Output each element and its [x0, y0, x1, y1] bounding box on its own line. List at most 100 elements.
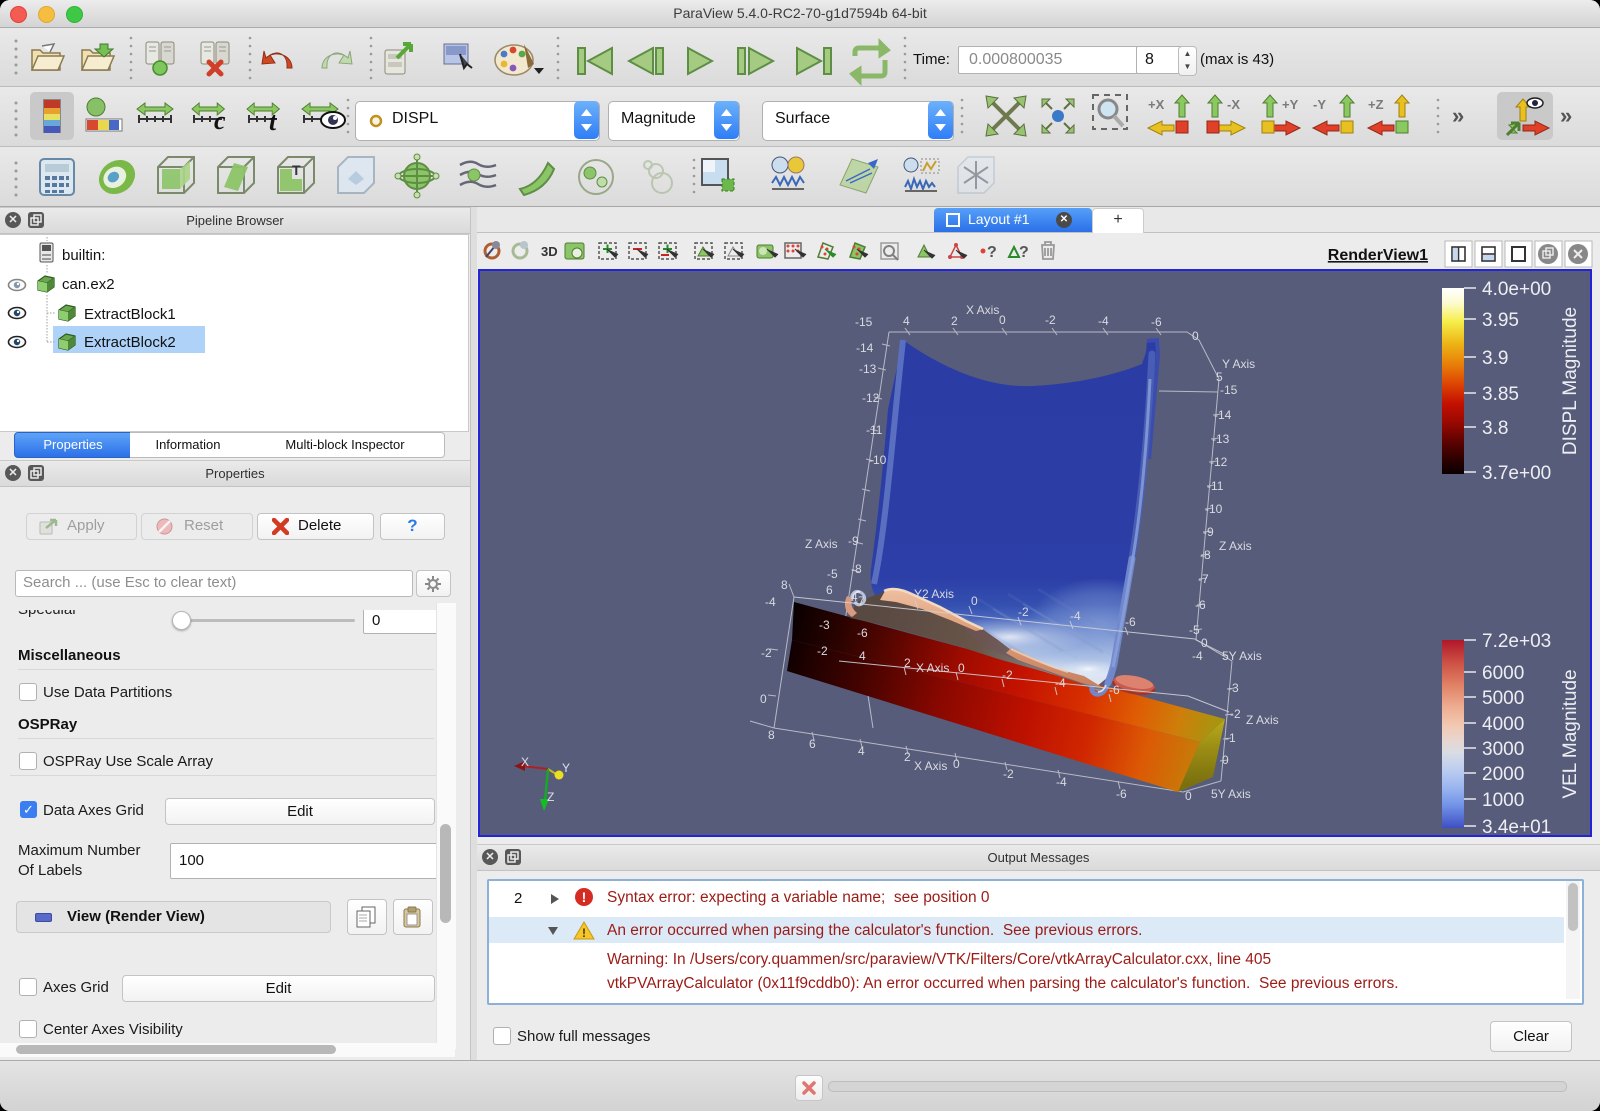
svg-text:Z Axis: Z Axis: [1219, 539, 1252, 553]
svg-text:-11: -11: [866, 423, 883, 437]
svg-text:0: 0: [1185, 789, 1192, 803]
svg-text:3.95: 3.95: [1482, 310, 1519, 331]
svg-text:0: 0: [1201, 636, 1208, 650]
svg-text:5: 5: [1216, 370, 1223, 384]
svg-text:3.9: 3.9: [1482, 348, 1508, 369]
svg-text:ExtractBlock2: ExtractBlock2: [84, 334, 176, 351]
svg-text:X Axis: X Axis: [966, 303, 999, 317]
svg-text:6: 6: [809, 737, 816, 751]
svg-text:VEL Magnitude: VEL Magnitude: [1560, 669, 1581, 798]
svg-text:Z Axis: Z Axis: [1246, 713, 1279, 727]
svg-text:ExtractBlock1: ExtractBlock1: [84, 306, 176, 323]
svg-text:+Y: +Y: [1282, 97, 1299, 112]
svg-text:4: 4: [859, 649, 866, 663]
svg-text:-3: -3: [1228, 681, 1239, 695]
svg-text:3.8: 3.8: [1482, 418, 1508, 439]
svg-text:-6: -6: [1195, 598, 1206, 612]
svg-text:2000: 2000: [1482, 764, 1524, 785]
svg-text:-4: -4: [1055, 676, 1066, 690]
svg-text:-6: -6: [1109, 683, 1120, 697]
svg-text:-2: -2: [1230, 707, 1241, 721]
svg-text:Y Axis: Y Axis: [1222, 357, 1255, 371]
svg-text:-5: -5: [1189, 623, 1200, 637]
svg-text:8: 8: [781, 578, 788, 592]
svg-text:-6: -6: [1116, 787, 1127, 801]
svg-text:T: T: [292, 162, 301, 178]
svg-text:-4: -4: [1056, 775, 1067, 789]
svg-text:-2: -2: [817, 644, 828, 658]
svg-text:2: 2: [951, 314, 958, 328]
svg-text:2: 2: [904, 656, 911, 670]
svg-text:»: »: [1560, 103, 1572, 128]
svg-text:-Y: -Y: [1313, 97, 1326, 112]
svg-text:-2: -2: [1045, 313, 1056, 327]
svg-text:DISPL Magnitude: DISPL Magnitude: [1560, 307, 1581, 455]
svg-text:-6: -6: [1125, 615, 1136, 629]
svg-text:8: 8: [768, 728, 775, 742]
svg-text:-10: -10: [869, 453, 887, 467]
svg-text:X: X: [521, 755, 529, 769]
svg-text:-4: -4: [1192, 649, 1203, 663]
svg-text:0: 0: [953, 757, 960, 771]
svg-text:-1: -1: [1225, 731, 1236, 745]
svg-text:-2: -2: [761, 646, 772, 660]
svg-text:t: t: [269, 107, 277, 136]
svg-text:Y: Y: [562, 761, 570, 775]
svg-text:-12: -12: [862, 391, 880, 405]
svg-text:5Y Axis: 5Y Axis: [1222, 649, 1262, 663]
svg-text:-14: -14: [856, 341, 874, 355]
svg-text:0: 0: [1222, 753, 1229, 767]
svg-text:-8: -8: [1200, 548, 1211, 562]
svg-text:Z Axis: Z Axis: [805, 537, 838, 551]
svg-text:!: !: [582, 926, 586, 940]
svg-text:-2: -2: [1003, 767, 1014, 781]
svg-text:3D: 3D: [541, 244, 558, 259]
svg-text:+X: +X: [1148, 97, 1165, 112]
svg-text:-2: -2: [1002, 668, 1013, 682]
svg-text:?: ?: [987, 244, 997, 261]
svg-text:6: 6: [826, 583, 833, 597]
svg-text:+Z: +Z: [1368, 97, 1384, 112]
svg-text:3.7e+00: 3.7e+00: [1482, 463, 1551, 484]
svg-text:-11: -11: [1207, 479, 1224, 493]
svg-text:5000: 5000: [1482, 688, 1524, 709]
svg-text:4.0e+00: 4.0e+00: [1482, 279, 1551, 300]
svg-text:0: 0: [760, 692, 767, 706]
svg-text:-4: -4: [765, 595, 776, 609]
svg-text:4: 4: [851, 590, 858, 604]
svg-text:0: 0: [971, 594, 978, 608]
svg-text:-3: -3: [819, 618, 830, 632]
svg-text:builtin:: builtin:: [62, 247, 105, 264]
svg-text:X Axis: X Axis: [914, 759, 947, 773]
svg-text:-15: -15: [1220, 383, 1238, 397]
svg-text:-6: -6: [857, 626, 868, 640]
svg-text:-4: -4: [1098, 314, 1109, 328]
svg-text:3000: 3000: [1482, 739, 1524, 760]
svg-text:»: »: [1452, 103, 1464, 128]
svg-text:0: 0: [1192, 329, 1199, 343]
svg-text:0: 0: [999, 313, 1006, 327]
svg-text:-2: -2: [1018, 605, 1029, 619]
svg-text:4000: 4000: [1482, 714, 1524, 735]
svg-text:RenderView1: RenderView1: [1328, 247, 1428, 264]
svg-text:X Axis: X Axis: [916, 661, 949, 675]
svg-text:4: 4: [858, 744, 865, 758]
svg-text:0: 0: [958, 661, 965, 675]
svg-text:can.ex2: can.ex2: [62, 276, 115, 293]
svg-text:5Y Axis: 5Y Axis: [1211, 787, 1251, 801]
svg-text:3.85: 3.85: [1482, 384, 1519, 405]
svg-text:-4: -4: [1070, 609, 1081, 623]
svg-text:4: 4: [903, 314, 910, 328]
svg-text:1000: 1000: [1482, 790, 1524, 811]
svg-text:-7: -7: [1198, 572, 1209, 586]
svg-text:!: !: [582, 889, 587, 905]
svg-text:-13: -13: [1212, 432, 1230, 446]
svg-text:-15: -15: [855, 315, 873, 329]
svg-text:?: ?: [1019, 244, 1029, 261]
svg-text:2: 2: [904, 750, 911, 764]
svg-text:-13: -13: [859, 362, 877, 376]
svg-text:Z: Z: [547, 790, 554, 804]
svg-text:-9: -9: [848, 534, 859, 548]
svg-text:6000: 6000: [1482, 663, 1524, 684]
svg-text:3.4e+01: 3.4e+01: [1482, 817, 1551, 837]
